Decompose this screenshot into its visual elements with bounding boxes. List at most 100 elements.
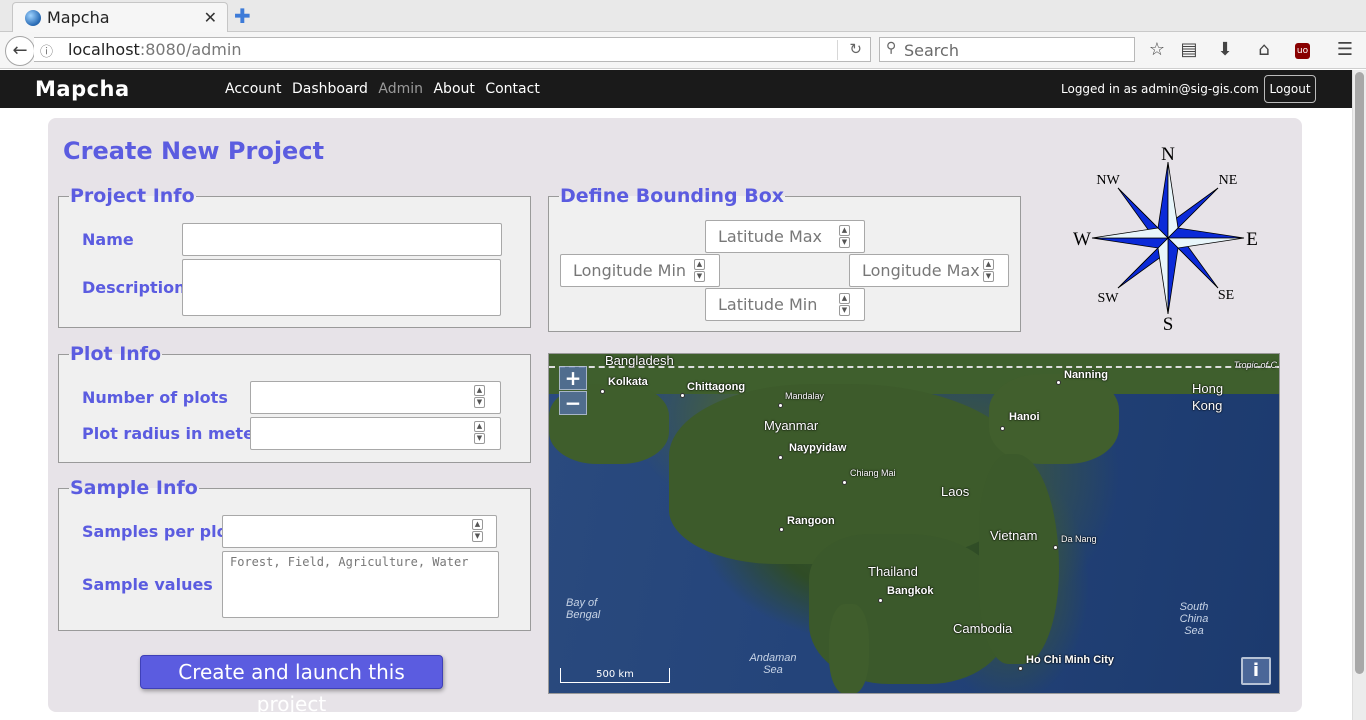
country-label: Hong Kong [1192, 381, 1224, 413]
city-label: Nanning [1064, 369, 1108, 381]
map-view[interactable]: Tropic of C + − Bangladesh Myanmar Laos … [548, 353, 1280, 694]
city-label: Hanoi [1009, 411, 1040, 423]
ublock-icon[interactable]: uo [1295, 43, 1310, 59]
close-icon[interactable]: ✕ [204, 8, 217, 27]
back-button[interactable]: ← [5, 36, 35, 66]
city-dot [1053, 545, 1058, 550]
download-icon[interactable]: ⬇ [1214, 39, 1236, 61]
samples-per-plot-stepper[interactable]: ▲ ▼ [472, 519, 485, 543]
tab-title: Mapcha [47, 8, 110, 27]
longitude-max-stepper[interactable]: ▲ ▼ [983, 259, 996, 283]
map-info-button[interactable]: i [1241, 657, 1271, 685]
city-label: Mandalay [785, 391, 825, 401]
bookmark-star-icon[interactable]: ☆ [1146, 39, 1168, 61]
longitude-min-stepper[interactable]: ▲ ▼ [694, 259, 707, 283]
map-land-peninsula [829, 604, 869, 693]
city-label: Kolkata [608, 376, 648, 388]
num-plots-label: Number of plots [82, 388, 228, 407]
nav-account[interactable]: Account [225, 81, 282, 97]
compass-s: S [1163, 314, 1174, 335]
url-text: localhost:8080/admin [68, 40, 242, 59]
country-label: Myanmar [764, 418, 819, 433]
sample-info-legend: Sample Info [70, 477, 198, 499]
city-dot [680, 393, 685, 398]
city-dot [1056, 380, 1061, 385]
page-title: Create New Project [63, 137, 325, 165]
nav-about[interactable]: About [433, 81, 474, 97]
browser-tabbar: Mapcha ✕ ✚ [0, 0, 1366, 32]
city-dot [842, 480, 847, 485]
city-label: Naypyidaw [789, 442, 847, 454]
reading-list-icon[interactable]: ▤ [1178, 39, 1200, 61]
map-scale-bar: 500 km [560, 668, 670, 683]
latitude-max-stepper[interactable]: ▲ ▼ [839, 225, 852, 249]
city-dot [778, 455, 783, 460]
city-dot [1000, 426, 1005, 431]
browser-navbar: ← ⓘ localhost:8080/admin ↻ ⚲ ☆ ▤ ⬇ ⌂ uo … [0, 32, 1366, 69]
description-input[interactable] [182, 259, 501, 316]
city-label: Da Nang [1061, 534, 1097, 544]
nav-contact[interactable]: Contact [485, 81, 539, 97]
scrollbar-thumb[interactable] [1355, 72, 1364, 674]
city-label: Chittagong [687, 381, 746, 393]
country-label: Vietnam [990, 528, 1038, 543]
plot-radius-input[interactable] [250, 417, 501, 450]
logged-in-text: Logged in as admin@sig-gis.com [1061, 82, 1259, 96]
city-label: Ho Chi Minh City [1026, 654, 1114, 666]
sample-values-label: Sample values [82, 575, 213, 594]
country-label: Laos [941, 484, 970, 499]
globe-icon [25, 10, 41, 26]
name-input[interactable] [182, 223, 502, 256]
url-separator [837, 40, 838, 60]
create-project-button[interactable]: Create and launch this project [140, 655, 443, 716]
url-bar[interactable]: ⓘ localhost:8080/admin ↻ [34, 37, 871, 62]
num-plots-input[interactable] [250, 381, 501, 414]
sea-label: Bay of Bengal [566, 597, 601, 621]
site-brand[interactable]: Mapcha [35, 77, 130, 101]
nav-dashboard[interactable]: Dashboard [292, 81, 368, 97]
compass-sw: SW [1098, 291, 1120, 306]
page-scrollbar[interactable] [1352, 70, 1366, 720]
sea-label: Andaman Sea [749, 652, 797, 676]
city-dot [778, 403, 783, 408]
latitude-min-placeholder: Latitude Min [718, 295, 818, 314]
city-label: Rangoon [787, 515, 835, 527]
latitude-max-placeholder: Latitude Max [718, 227, 823, 246]
country-label: Cambodia [953, 621, 1013, 636]
description-label: Description [82, 278, 186, 297]
city-dot [600, 389, 605, 394]
menu-icon[interactable]: ☰ [1334, 39, 1356, 61]
samples-per-plot-input[interactable] [222, 515, 497, 548]
site-nav-links: Account Dashboard Admin About Contact [225, 81, 546, 97]
compass-e: E [1246, 229, 1258, 250]
bounding-box-legend: Define Bounding Box [560, 185, 785, 207]
browser-tab[interactable]: Mapcha ✕ [12, 2, 228, 32]
city-label: Bangkok [887, 585, 934, 597]
search-input[interactable] [904, 40, 1124, 60]
zoom-in-button[interactable]: + [559, 366, 587, 390]
logout-button[interactable]: Logout [1264, 75, 1316, 103]
new-tab-icon[interactable]: ✚ [234, 4, 254, 28]
city-dot [1018, 666, 1023, 671]
reload-icon[interactable]: ↻ [849, 40, 862, 58]
num-plots-stepper[interactable]: ▲ ▼ [474, 385, 487, 409]
compass-w: W [1073, 229, 1091, 250]
latitude-min-stepper[interactable]: ▲ ▼ [839, 293, 852, 317]
plot-radius-label: Plot radius in meters [82, 424, 272, 443]
sea-label: South China Sea [1179, 601, 1209, 637]
zoom-out-button[interactable]: − [559, 391, 587, 415]
nav-admin[interactable]: Admin [378, 81, 423, 97]
samples-per-plot-label: Samples per plot [82, 522, 236, 541]
search-bar[interactable]: ⚲ [879, 37, 1135, 62]
city-dot [878, 598, 883, 603]
compass-nw: NW [1096, 173, 1120, 188]
plot-radius-stepper[interactable]: ▲ ▼ [474, 421, 487, 445]
info-icon[interactable]: ⓘ [40, 41, 53, 60]
tropic-label: Tropic of C [1233, 360, 1277, 370]
home-icon[interactable]: ⌂ [1253, 39, 1275, 61]
name-label: Name [82, 230, 134, 249]
sample-values-input[interactable] [222, 551, 499, 618]
compass-ne: NE [1219, 173, 1238, 188]
longitude-min-placeholder: Longitude Min [573, 261, 687, 280]
country-label: Bangladesh [605, 353, 674, 368]
